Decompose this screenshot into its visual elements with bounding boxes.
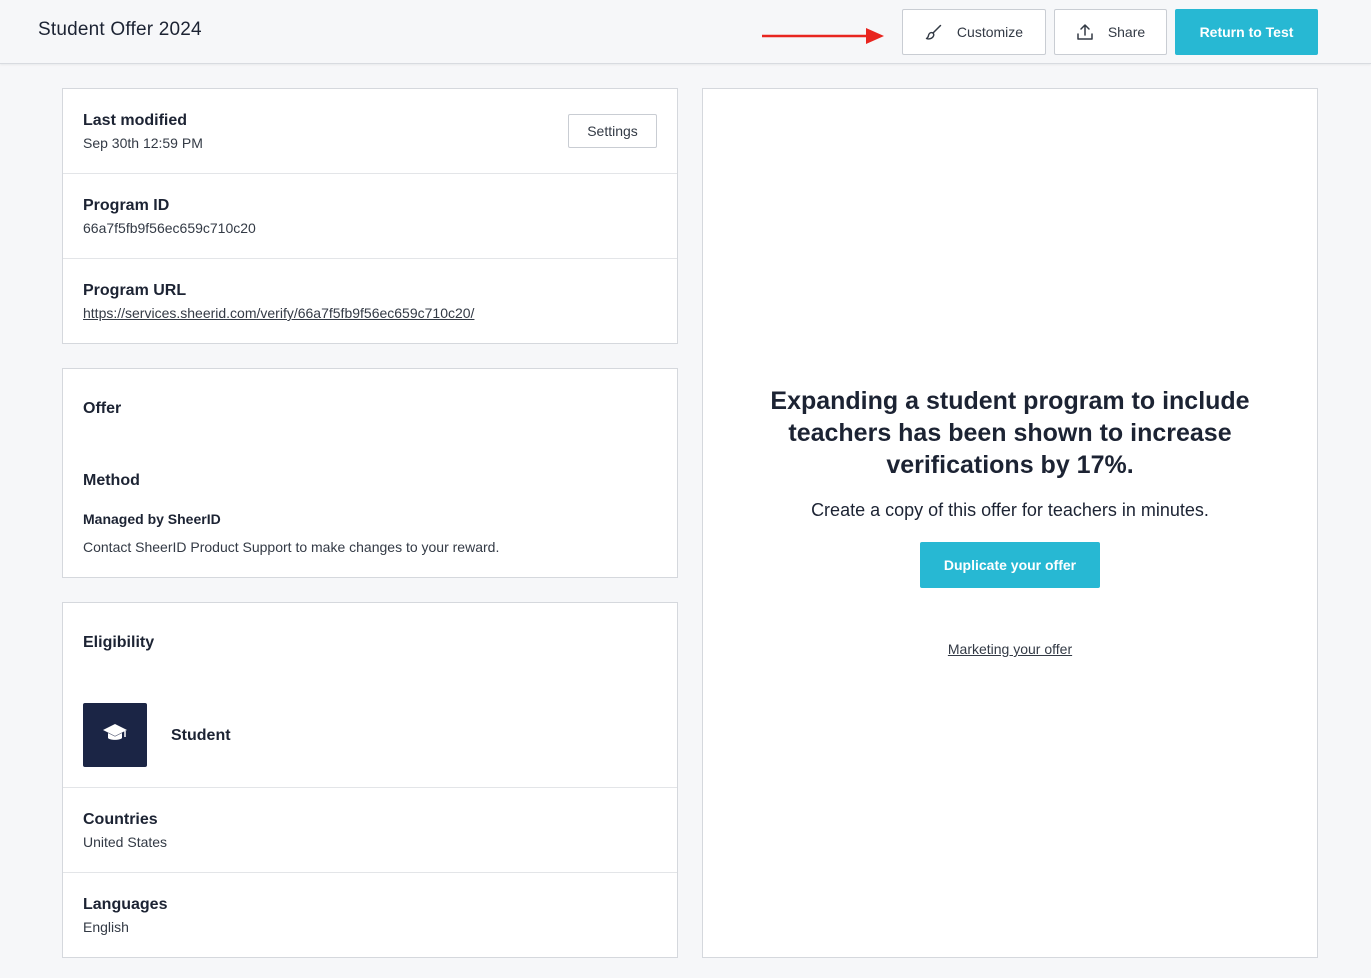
promo-heading: Expanding a student program to include t…	[770, 387, 1250, 479]
student-badge	[83, 703, 147, 767]
eligibility-card: Eligibility Student Countries United Sta…	[62, 602, 678, 958]
method-label: Method	[83, 472, 140, 489]
return-to-test-button[interactable]: Return to Test	[1175, 9, 1318, 55]
countries-row: Countries United States	[63, 788, 677, 873]
countries-value: United States	[83, 834, 168, 850]
customize-button[interactable]: Customize	[902, 9, 1046, 55]
duplicate-offer-button[interactable]: Duplicate your offer	[920, 542, 1100, 588]
segment-label: Student	[171, 727, 231, 744]
paintbrush-icon	[925, 23, 943, 41]
offer-card: Offer Method Managed by SheerID Contact …	[62, 368, 678, 578]
program-url-link[interactable]: https://services.sheerid.com/verify/66a7…	[83, 305, 657, 321]
program-url-label: Program URL	[83, 282, 187, 299]
countries-label: Countries	[83, 811, 158, 828]
share-label: Share	[1107, 24, 1146, 40]
last-modified-row: Last modified Sep 30th 12:59 PM Settings	[63, 89, 677, 174]
annotation-arrow	[762, 28, 884, 44]
graduation-cap-icon	[102, 722, 128, 749]
settings-button[interactable]: Settings	[568, 114, 657, 148]
promo-subtext: Create a copy of this offer for teachers…	[811, 500, 1209, 520]
top-bar: Student Offer 2024 Customize Share Retur…	[0, 0, 1371, 64]
eligibility-label: Eligibility	[83, 634, 155, 651]
program-id-value: 66a7f5fb9f56ec659c710c20	[83, 220, 256, 236]
contact-support-text: Contact SheerID Product Support to make …	[83, 539, 500, 555]
upload-icon	[1076, 23, 1094, 41]
managed-by-text: Managed by SheerID	[83, 511, 221, 527]
languages-row: Languages English	[63, 873, 677, 957]
promo-panel: Expanding a student program to include t…	[702, 88, 1318, 958]
program-id-label: Program ID	[83, 197, 170, 214]
languages-label: Languages	[83, 896, 168, 913]
customize-label: Customize	[956, 24, 1024, 40]
program-id-row: Program ID 66a7f5fb9f56ec659c710c20	[63, 174, 677, 259]
marketing-offer-link[interactable]: Marketing your offer	[743, 641, 1277, 657]
program-info-card: Last modified Sep 30th 12:59 PM Settings…	[62, 88, 678, 344]
offer-label: Offer	[83, 400, 122, 417]
program-url-row: Program URL https://services.sheerid.com…	[63, 259, 677, 343]
eligibility-row: Eligibility Student	[63, 603, 677, 788]
share-button[interactable]: Share	[1054, 9, 1167, 55]
page-title: Student Offer 2024	[38, 19, 202, 40]
languages-value: English	[83, 919, 129, 935]
